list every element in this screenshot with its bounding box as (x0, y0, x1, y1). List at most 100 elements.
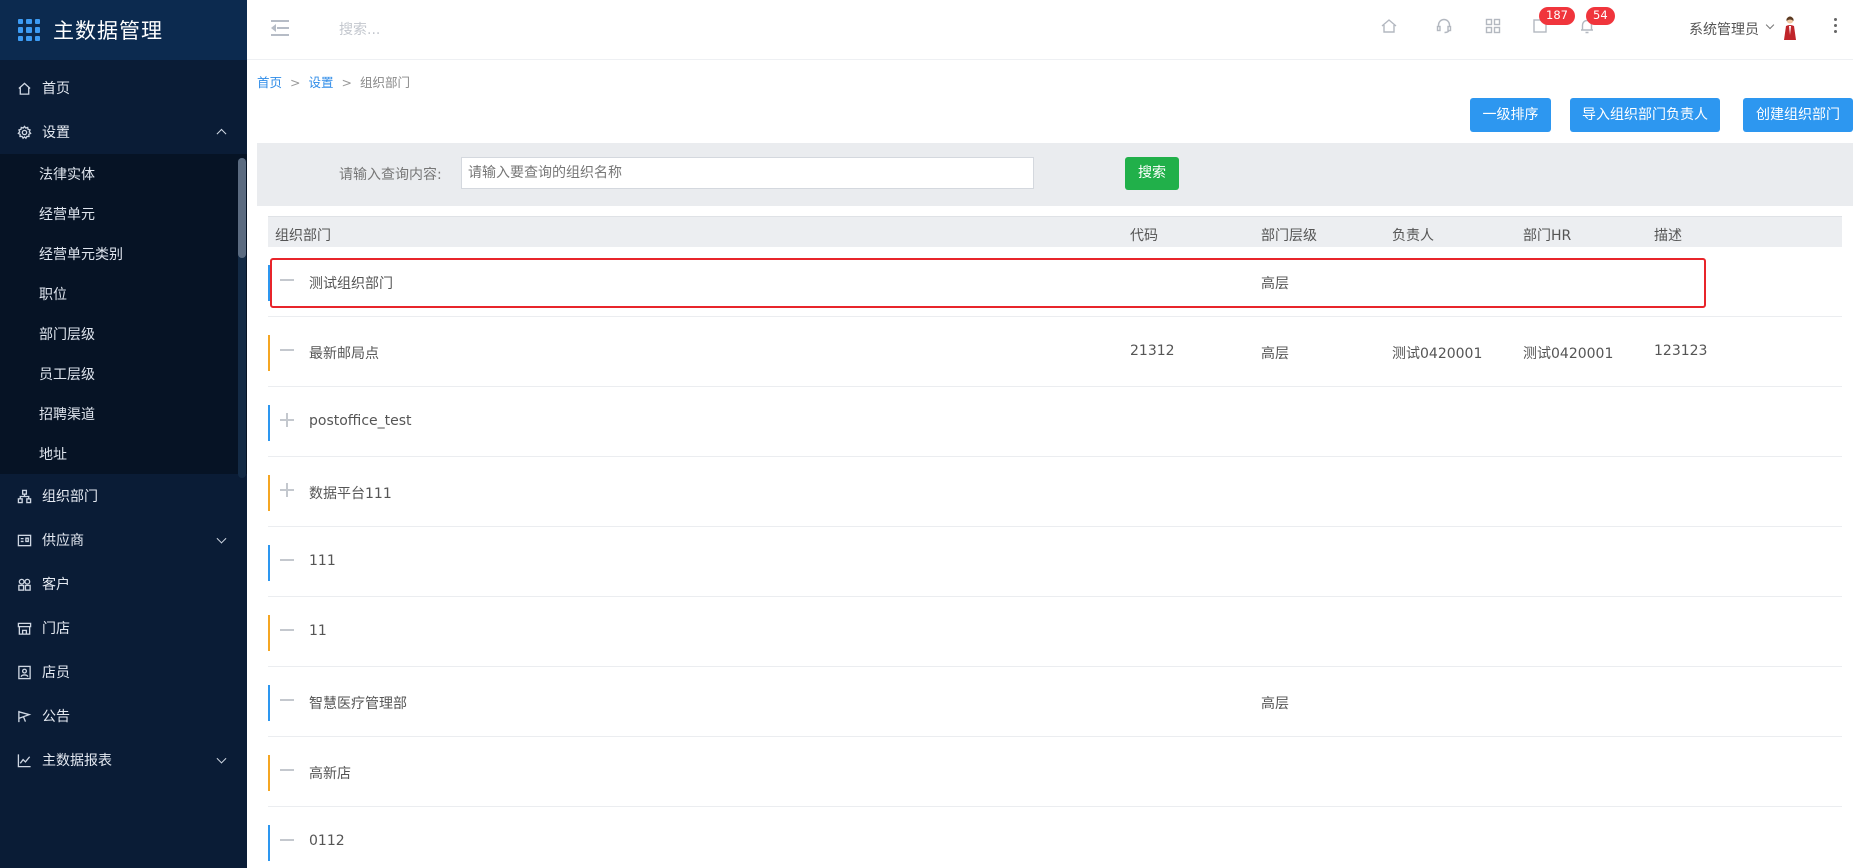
collapse-minus-icon[interactable] (280, 693, 294, 707)
supplier-icon (16, 532, 32, 548)
cell-dept-level: 高层 (1261, 696, 1289, 712)
collapse-minus-icon[interactable] (280, 343, 294, 357)
cell-org-name: 11 (309, 623, 327, 639)
table-row[interactable]: postoffice_test (268, 387, 1842, 457)
sidebar-item-label: 公告 (42, 709, 70, 725)
column-header-code: 代码 (1130, 228, 1158, 244)
sidebar-subitem-dept-level[interactable]: 部门层级 (0, 314, 247, 354)
cell-dept-level: 高层 (1261, 346, 1289, 362)
home-icon[interactable] (1380, 17, 1400, 37)
sidebar-subitem-employee-level[interactable]: 员工层级 (0, 354, 247, 394)
table-row[interactable]: 111 (268, 527, 1842, 597)
row-level-bar (268, 405, 270, 441)
table-row[interactable]: 0112 (268, 807, 1842, 868)
breadcrumb-home-link[interactable]: 首页 (257, 75, 282, 90)
sidebar-subitem-position[interactable]: 职位 (0, 274, 247, 314)
sidebar-item-home[interactable]: 首页 (0, 66, 247, 110)
more-vertical-icon[interactable] (1834, 18, 1838, 36)
sidebar-subitem-recruit-channel[interactable]: 招聘渠道 (0, 394, 247, 434)
column-header-name: 组织部门 (275, 228, 331, 244)
top-header: 搜索... 187 54 系统管理员 (247, 0, 1853, 60)
chevron-down-icon (216, 533, 227, 544)
sidebar-item-label: 门店 (42, 621, 70, 637)
breadcrumb-settings-link[interactable]: 设置 (309, 75, 334, 90)
sidebar-subitem-business-unit[interactable]: 经营单元 (0, 194, 247, 234)
chevron-up-icon (216, 128, 227, 139)
expand-plus-icon[interactable] (280, 483, 294, 497)
chevron-down-icon (216, 753, 227, 764)
sidebar-scrollbar-thumb[interactable] (238, 158, 246, 258)
home-icon (16, 80, 32, 96)
table-header: 组织部门 代码 部门层级 负责人 部门HR 描述 (268, 216, 1842, 247)
row-level-bar (268, 335, 270, 371)
table-row[interactable]: 高新店 (268, 737, 1842, 807)
column-header-desc: 描述 (1654, 228, 1682, 244)
gear-icon (16, 124, 32, 140)
sidebar-subitem-business-unit-type[interactable]: 经营单元类别 (0, 234, 247, 274)
search-panel: 请输入查询内容: 搜索 (257, 143, 1853, 206)
table-row[interactable]: 智慧医疗管理部 高层 (268, 667, 1842, 737)
sidebar-item-label: 设置 (42, 125, 70, 141)
cell-org-name: 数据平台111 (309, 486, 392, 502)
cell-owner: 测试0420001 (1392, 346, 1483, 362)
row-highlight-box (270, 258, 1706, 308)
table-row[interactable]: 数据平台111 (268, 457, 1842, 527)
first-level-sort-button[interactable]: 一级排序 (1470, 98, 1551, 132)
table-row[interactable]: 最新邮局点 21312 高层 测试0420001 测试0420001 123123 (268, 317, 1842, 387)
column-header-owner: 负责人 (1392, 228, 1434, 244)
column-header-level: 部门层级 (1261, 228, 1317, 244)
breadcrumb-separator: > (290, 75, 301, 90)
column-header-hr: 部门HR (1523, 228, 1572, 244)
global-search-input[interactable]: 搜索... (339, 19, 380, 39)
sidebar-item-master-report[interactable]: 主数据报表 (0, 738, 247, 782)
customer-icon (16, 576, 32, 592)
sidebar-item-customer[interactable]: 客户 (0, 562, 247, 606)
table-row[interactable]: 11 (268, 597, 1842, 667)
cell-org-name: postoffice_test (309, 413, 412, 429)
cell-org-name: 111 (309, 553, 336, 569)
bell-icon[interactable]: 54 (1578, 7, 1615, 37)
task-icon[interactable]: 187 (1531, 7, 1575, 37)
collapse-minus-icon[interactable] (280, 553, 294, 567)
apps-grid-icon[interactable] (1484, 17, 1504, 37)
sidebar-item-label: 主数据报表 (42, 753, 112, 769)
org-chart-icon (16, 488, 32, 504)
collapse-minus-icon[interactable] (280, 833, 294, 847)
menu-toggle-icon[interactable] (271, 19, 291, 37)
import-dept-owner-button[interactable]: 导入组织部门负责人 (1570, 98, 1720, 132)
chevron-down-icon[interactable] (1765, 20, 1775, 30)
sidebar-item-announcement[interactable]: 公告 (0, 694, 247, 738)
collapse-minus-icon[interactable] (280, 763, 294, 777)
org-name-search-input[interactable] (461, 157, 1034, 189)
sidebar-item-label: 组织部门 (42, 489, 98, 505)
breadcrumb-separator: > (341, 75, 352, 90)
sidebar: 主数据管理 首页 设置 法律实体 经营单元 经营单元类别 职位 部门层级 员工层… (0, 0, 247, 868)
sidebar-subitem-address[interactable]: 地址 (0, 434, 247, 474)
sidebar-item-store[interactable]: 门店 (0, 606, 247, 650)
expand-plus-icon[interactable] (280, 413, 294, 427)
sidebar-subitem-legal-entity[interactable]: 法律实体 (0, 154, 247, 194)
headset-icon[interactable] (1435, 17, 1455, 37)
sidebar-item-settings[interactable]: 设置 (0, 110, 247, 154)
search-label: 请输入查询内容: (339, 167, 442, 183)
avatar[interactable] (1782, 15, 1798, 41)
chart-icon (16, 752, 32, 768)
row-level-bar (268, 825, 270, 861)
app-title: 主数据管理 (53, 19, 163, 43)
announcement-icon (16, 708, 32, 724)
cell-org-name: 高新店 (309, 766, 351, 782)
sidebar-item-label: 店员 (42, 665, 70, 681)
collapse-minus-icon[interactable] (280, 623, 294, 637)
sidebar-item-label: 首页 (42, 81, 70, 97)
sidebar-item-clerk[interactable]: 店员 (0, 650, 247, 694)
user-name[interactable]: 系统管理员 (1689, 19, 1759, 39)
sidebar-item-org-dept[interactable]: 组织部门 (0, 474, 247, 518)
cell-org-name: 智慧医疗管理部 (309, 696, 407, 712)
sidebar-item-supplier[interactable]: 供应商 (0, 518, 247, 562)
app-logo-bar[interactable]: 主数据管理 (0, 0, 247, 60)
settings-submenu: 法律实体 经营单元 经营单元类别 职位 部门层级 员工层级 招聘渠道 地址 (0, 154, 247, 474)
notification-count-badge: 54 (1586, 7, 1615, 25)
create-org-dept-button[interactable]: 创建组织部门 (1743, 98, 1853, 132)
search-button[interactable]: 搜索 (1125, 157, 1179, 190)
cell-description: 123123 (1654, 343, 1708, 359)
